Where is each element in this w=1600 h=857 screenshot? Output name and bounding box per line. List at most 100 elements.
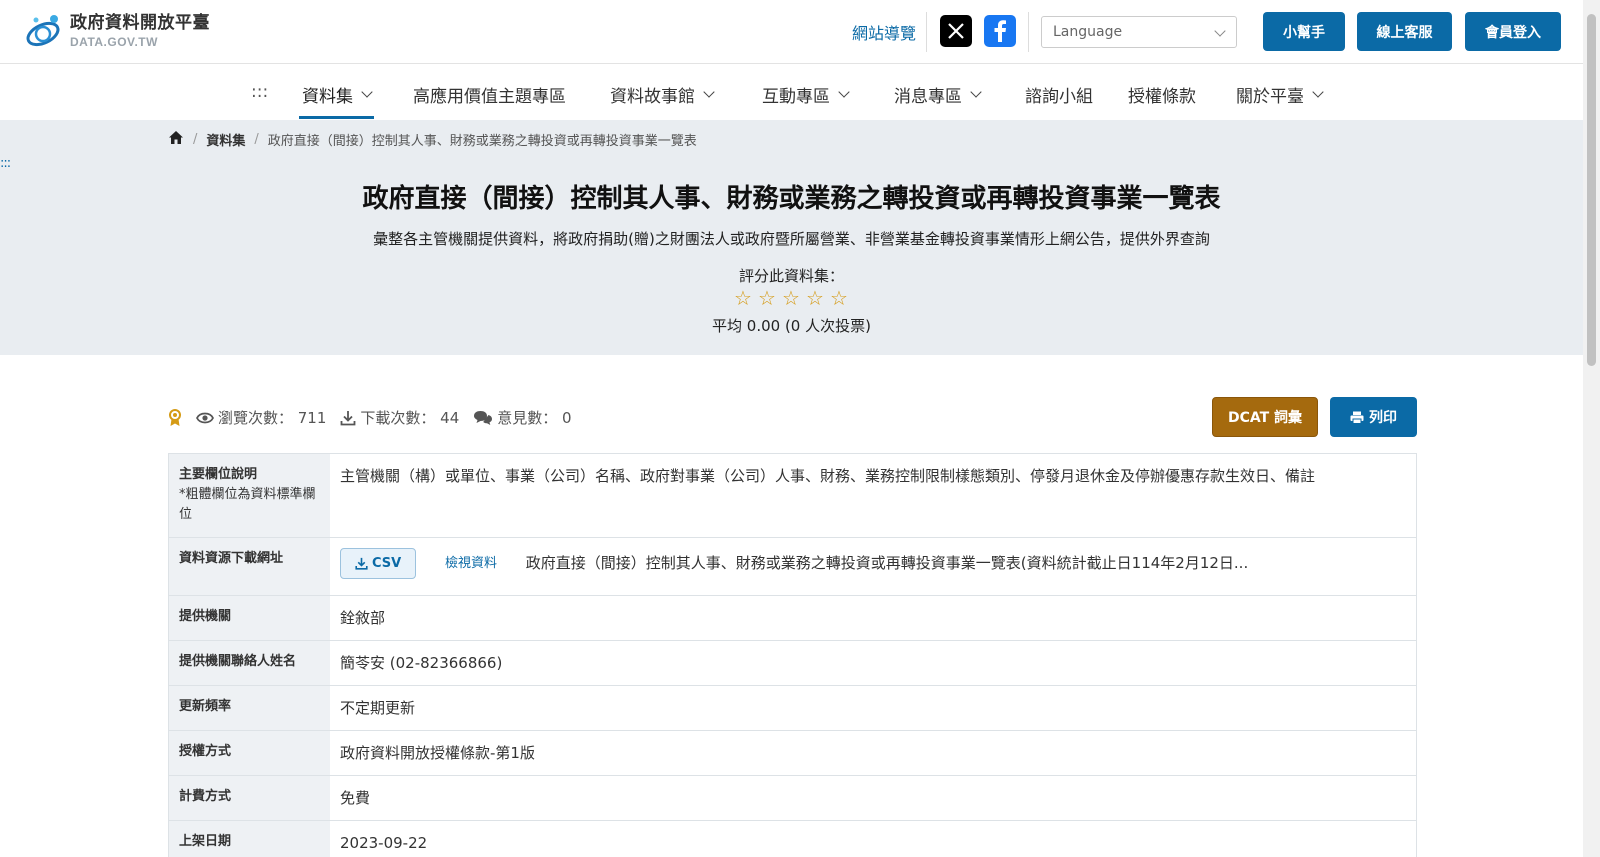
chevron-down-icon	[1312, 86, 1324, 98]
comments-icon	[473, 410, 493, 426]
nav-menu-toggle[interactable]: :::	[251, 82, 268, 102]
site-map-link[interactable]: 網站導覽	[852, 20, 916, 44]
downloads-stat: 下載次數： 44	[340, 407, 459, 428]
views-count: 瀏覽次數： 711	[218, 409, 327, 427]
fee-value: 免費	[340, 789, 371, 807]
breadcrumb: / 資料集 / 政府直接（間接）控制其人事、財務或業務之轉投資或再轉投資事業一覽…	[168, 130, 697, 149]
row-label: 主要欄位說明 *粗體欄位為資料標準欄位	[169, 454, 330, 537]
dataset-hero: ::: / 資料集 / 政府直接（間接）控制其人事、財務或業務之轉投資或再轉投資…	[0, 120, 1583, 355]
star-icon[interactable]: ☆	[803, 288, 827, 308]
page-scrollbar[interactable]	[1583, 0, 1600, 857]
contact-label: 提供機關聯絡人姓名	[169, 641, 330, 685]
eye-icon	[196, 411, 214, 425]
fee-label: 計費方式	[169, 776, 330, 820]
nav-item-interactive[interactable]: 互動專區	[762, 82, 850, 107]
nav-item-label: 諮詢小組	[1025, 87, 1093, 107]
date-value: 2023-09-22	[340, 834, 428, 852]
nav-item-license[interactable]: 授權條款	[1128, 82, 1196, 107]
table-row: 提供機關聯絡人姓名 簡苓安 (02-82366866)	[169, 641, 1416, 686]
provider-link[interactable]: 銓敘部	[330, 596, 1416, 640]
divider	[926, 12, 927, 52]
site-logo[interactable]: 政府資料開放平臺 DATA.GOV.TW	[24, 12, 210, 50]
download-icon	[355, 557, 368, 570]
chevron-down-icon	[970, 86, 982, 98]
breadcrumb-separator: /	[254, 132, 259, 147]
comments-stat: 意見數： 0	[473, 407, 572, 428]
resource-description: 政府直接（間接）控制其人事、財務或業務之轉投資或再轉投資事業一覽表(資料統計截止…	[525, 554, 1249, 573]
date-label: 上架日期	[169, 821, 330, 857]
rating-label: 評分此資料集：	[738, 267, 844, 285]
nav-item-label: 資料故事館	[610, 87, 695, 107]
star-icon[interactable]: ☆	[827, 288, 851, 308]
divider	[1028, 12, 1029, 52]
nav-item-label: 授權條款	[1128, 87, 1196, 107]
nav-item-news[interactable]: 消息專區	[894, 82, 982, 107]
print-button-label: 列印	[1369, 410, 1397, 426]
chevron-down-icon	[703, 86, 715, 98]
rating-stars: ☆ ☆ ☆ ☆ ☆	[731, 288, 851, 308]
table-row: 上架日期 2023-09-22	[169, 821, 1416, 857]
dataset-stats: 瀏覽次數： 711 下載次數： 44 意見數： 0	[168, 407, 586, 428]
dataset-info-table: 主要欄位說明 *粗體欄位為資料標準欄位 主管機關（構）或單位、事業（公司）名稱、…	[168, 453, 1417, 857]
star-icon[interactable]: ☆	[779, 288, 803, 308]
resource-label: 資料資源下載網址	[169, 538, 330, 595]
star-icon[interactable]: ☆	[755, 288, 779, 308]
resource-value: CSV 檢視資料 政府直接（間接）控制其人事、財務或業務之轉投資或再轉投資事業一…	[330, 538, 1416, 595]
site-header: 政府資料開放平臺 DATA.GOV.TW 網站導覽 Language 小幫手 線…	[0, 0, 1583, 64]
frequency-value: 不定期更新	[340, 699, 416, 717]
star-icon[interactable]: ☆	[731, 288, 755, 308]
nav-item-label: 資料集	[302, 87, 353, 107]
frequency-label: 更新頻率	[169, 686, 330, 730]
nav-item-datasets[interactable]: 資料集	[299, 82, 374, 119]
table-row: 授權方式 政府資料開放授權條款-第1版	[169, 731, 1416, 776]
nav-item-label: 高應用價值主題專區	[413, 87, 566, 107]
dcat-vocabulary-button[interactable]: DCAT 詞彙	[1212, 397, 1318, 437]
logo-name-cn: 政府資料開放平臺	[70, 12, 210, 33]
breadcrumb-current: 政府直接（間接）控制其人事、財務或業務之轉投資或再轉投資事業一覽表	[267, 134, 697, 149]
nav-item-high-value[interactable]: 高應用價值主題專區	[413, 82, 566, 107]
fields-value: 主管機關（構）或單位、事業（公司）名稱、政府對事業（公司）人事、財務、業務控制限…	[340, 467, 1316, 485]
table-row: 資料資源下載網址 CSV 檢視資料 政府直接（間接）控制其人事、財務或業務之轉投…	[169, 538, 1416, 596]
award-icon	[168, 408, 182, 427]
print-button[interactable]: 列印	[1330, 397, 1417, 437]
main-nav: ::: 資料集 高應用價值主題專區 資料故事館 互動專區 消息專區 諮詢小組 授…	[0, 65, 1583, 120]
fields-label: 主要欄位說明	[179, 467, 258, 482]
helper-button[interactable]: 小幫手	[1263, 12, 1345, 51]
csv-download-button[interactable]: CSV	[340, 548, 417, 579]
breadcrumb-datasets[interactable]: 資料集	[206, 130, 245, 149]
language-select[interactable]: Language	[1041, 16, 1237, 48]
home-icon[interactable]	[168, 130, 184, 149]
table-row: 提供機關 銓敘部	[169, 596, 1416, 641]
chevron-down-icon	[1214, 25, 1226, 37]
view-data-link[interactable]: 檢視資料	[445, 554, 497, 574]
download-icon	[340, 410, 356, 426]
online-service-button[interactable]: 線上客服	[1357, 12, 1452, 51]
license-value: 政府資料開放授權條款-第1版	[340, 744, 535, 762]
contact-value: 簡苓安 (02-82366866)	[340, 654, 503, 672]
language-select-value: Language	[1053, 24, 1123, 40]
login-button[interactable]: 會員登入	[1465, 12, 1561, 51]
table-row: 計費方式 免費	[169, 776, 1416, 821]
table-row: 主要欄位說明 *粗體欄位為資料標準欄位 主管機關（構）或單位、事業（公司）名稱、…	[169, 454, 1416, 538]
provider-label: 提供機關	[169, 596, 330, 640]
downloads-count: 下載次數： 44	[360, 409, 460, 427]
views-stat: 瀏覽次數： 711	[196, 407, 326, 428]
chevron-down-icon	[838, 86, 850, 98]
nav-item-advisory[interactable]: 諮詢小組	[1025, 82, 1093, 107]
print-icon	[1350, 411, 1364, 424]
facebook-icon[interactable]	[984, 15, 1016, 47]
comments-count: 意見數： 0	[497, 409, 572, 427]
nav-item-label: 關於平臺	[1236, 87, 1304, 107]
skip-anchor[interactable]: :::	[0, 156, 11, 171]
nav-item-about[interactable]: 關於平臺	[1236, 82, 1324, 107]
scrollbar-thumb[interactable]	[1587, 14, 1596, 366]
logo-name-en: DATA.GOV.TW	[70, 34, 158, 49]
breadcrumb-separator: /	[193, 132, 198, 147]
logo-icon	[24, 12, 64, 50]
nav-item-label: 互動專區	[762, 87, 830, 107]
rating-average: 平均 0.00 (0 人次投票)	[712, 317, 871, 335]
x-twitter-icon[interactable]	[940, 15, 972, 47]
nav-item-stories[interactable]: 資料故事館	[610, 82, 715, 107]
page-title: 政府直接（間接）控制其人事、財務或業務之轉投資或再轉投資事業一覽表	[362, 184, 1221, 214]
chevron-down-icon	[361, 86, 373, 98]
